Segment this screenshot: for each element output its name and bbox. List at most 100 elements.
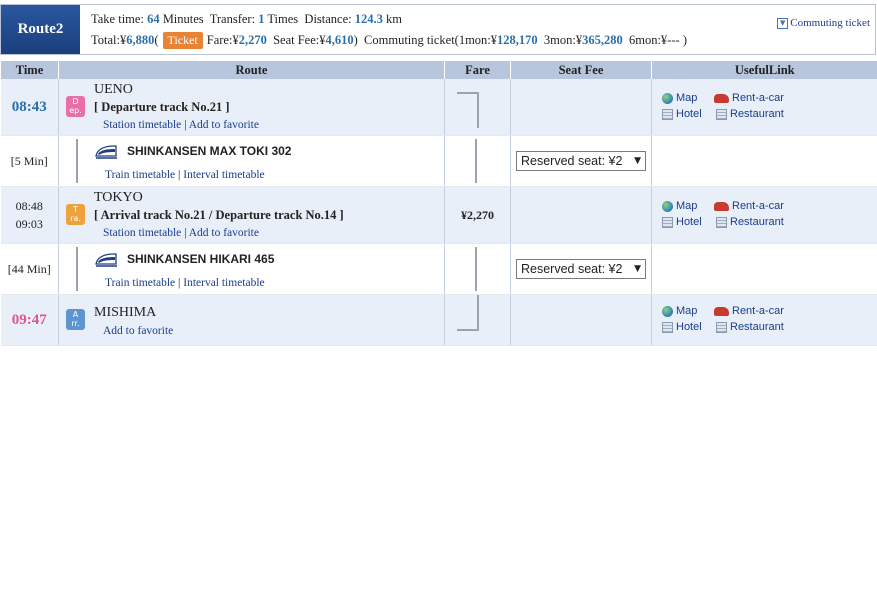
take-time-label: Take time:	[91, 12, 144, 26]
useful-links: Map Rent-a-car Hotel Restaurant	[652, 187, 877, 243]
seat-type-select[interactable]: Reserved seat: ¥2 ▼	[516, 151, 646, 171]
dropdown-arrow-icon: ▼	[634, 156, 641, 166]
segment-links: Train timetable | Interval timetable	[105, 277, 265, 289]
rent-a-car-link[interactable]: Rent-a-car	[714, 305, 784, 317]
station-track: [ Departure track No.21 ]	[94, 100, 230, 114]
station-info: Dep. UENO [ Departure track No.21 ] Stat…	[59, 79, 444, 135]
dropdown-arrow-icon: ▼	[634, 264, 641, 274]
hotel-label: Hotel	[676, 321, 702, 333]
commuting-label: Commuting ticket(1mon:¥	[364, 33, 498, 47]
useful-links: Map Rent-a-car Hotel Restaurant	[652, 295, 877, 345]
station-info: Arr. MISHIMA Add to favorite	[59, 295, 444, 345]
arrival-time: 09:47	[11, 311, 47, 328]
distance-value: 124.3	[354, 12, 383, 26]
station-timetable-link[interactable]: Station timetable	[103, 227, 181, 239]
seat-fee-value: 4,610	[325, 33, 354, 47]
station-row-mishima: 09:47 Arr. MISHIMA Add to favorite Map R…	[0, 294, 877, 346]
fare-cell	[444, 294, 511, 346]
station-links: Add to favorite	[103, 325, 173, 337]
train-timetable-link[interactable]: Train timetable	[105, 277, 175, 289]
segment-line	[76, 139, 78, 183]
train-name: SHINKANSEN MAX TOKI 302	[127, 144, 292, 158]
fare-bracket-bottom	[457, 295, 479, 331]
commuting-1mon-value: 128,170	[497, 33, 538, 47]
time-cell: 08:48 09:03	[0, 186, 59, 244]
useful-link-cell: Map Rent-a-car Hotel Restaurant	[651, 79, 877, 136]
segment-row-2: [44 Min] SHINKANSEN HIKARI 465 Train tim…	[0, 243, 877, 295]
segment-duration: [5 Min]	[10, 154, 48, 168]
take-time-unit: Minutes	[162, 12, 204, 26]
commuting-end: )	[682, 33, 687, 47]
add-to-favorite-link[interactable]: Add to favorite	[103, 325, 173, 337]
seat-type-select[interactable]: Reserved seat: ¥2 ▼	[516, 259, 646, 279]
seat-fee-label: Seat Fee:¥	[273, 33, 326, 47]
duration-cell: [44 Min]	[0, 243, 59, 295]
add-to-favorite-link[interactable]: Add to favorite	[189, 227, 259, 239]
map-link-label: Map	[676, 92, 698, 104]
seat-fee-cell	[510, 186, 652, 244]
map-link[interactable]: Map	[662, 305, 697, 317]
arrival-badge-icon: Arr.	[66, 309, 85, 330]
paren-close: )	[353, 33, 358, 47]
header-useful-link: UsefulLink	[651, 61, 877, 79]
building-icon	[716, 321, 727, 333]
commuting-ticket-link[interactable]: ▼ Commuting ticket	[777, 17, 870, 29]
hotel-link[interactable]: Hotel	[662, 321, 702, 333]
station-track: [ Arrival track No.21 / Departure track …	[94, 208, 344, 222]
useful-link-cell: Map Rent-a-car Hotel Restaurant	[651, 186, 877, 244]
restaurant-label: Restaurant	[730, 216, 784, 228]
hotel-label: Hotel	[676, 108, 702, 120]
departure-time: 08:43	[11, 98, 47, 115]
station-timetable-link[interactable]: Station timetable	[103, 119, 181, 131]
useful-link-cell	[651, 243, 877, 295]
map-link[interactable]: Map	[662, 200, 697, 212]
header-fare: Fare	[444, 61, 511, 79]
link-separator: |	[178, 277, 181, 289]
departure-time: 09:03	[15, 217, 43, 231]
globe-icon	[662, 305, 673, 317]
rent-a-car-link[interactable]: Rent-a-car	[714, 92, 784, 104]
interval-timetable-link[interactable]: Interval timetable	[183, 169, 264, 181]
summary-line-2: Total:¥6,880(Ticket Fare:¥2,270 Seat Fee:…	[91, 32, 687, 49]
route-cell: Tra. TOKYO [ Arrival track No.21 / Depar…	[58, 186, 445, 244]
map-link[interactable]: Map	[662, 92, 697, 104]
building-icon	[662, 216, 673, 228]
train-timetable-link[interactable]: Train timetable	[105, 169, 175, 181]
total-label: Total:¥	[91, 33, 127, 47]
hotel-link[interactable]: Hotel	[662, 108, 702, 120]
badge-letter: T	[73, 205, 78, 214]
rent-a-car-link[interactable]: Rent-a-car	[714, 200, 784, 212]
globe-icon	[662, 200, 673, 212]
restaurant-link[interactable]: Restaurant	[716, 108, 784, 120]
interval-timetable-link[interactable]: Interval timetable	[183, 277, 264, 289]
seat-fee-cell	[510, 79, 652, 136]
badge-letter: D	[72, 97, 79, 106]
station-name: UENO	[94, 82, 133, 97]
seat-fee-cell: Reserved seat: ¥2 ▼	[510, 135, 652, 187]
hotel-link[interactable]: Hotel	[662, 216, 702, 228]
car-icon	[714, 93, 729, 103]
commuting-ticket-link-label: Commuting ticket	[790, 17, 870, 29]
restaurant-link[interactable]: Restaurant	[716, 321, 784, 333]
building-icon	[662, 321, 673, 333]
time-cell: 08:43	[0, 79, 59, 136]
building-icon	[716, 108, 727, 120]
header-seat-fee: Seat Fee	[510, 61, 652, 79]
paren-open: (	[154, 33, 159, 47]
restaurant-label: Restaurant	[730, 321, 784, 333]
restaurant-link[interactable]: Restaurant	[716, 216, 784, 228]
route-cell: Dep. UENO [ Departure track No.21 ] Stat…	[58, 79, 445, 136]
train-icon	[95, 253, 117, 267]
transfer-value: 1	[258, 12, 265, 26]
restaurant-label: Restaurant	[730, 108, 784, 120]
route-label: Route2	[1, 5, 80, 54]
station-links: Station timetable | Add to favorite	[103, 227, 259, 239]
download-icon: ▼	[777, 17, 789, 29]
rent-a-car-label: Rent-a-car	[732, 200, 784, 212]
segment-duration: [44 Min]	[7, 262, 51, 276]
segment-links: Train timetable | Interval timetable	[105, 169, 265, 181]
add-to-favorite-link[interactable]: Add to favorite	[189, 119, 259, 131]
fare-cell	[444, 243, 511, 295]
fare-bracket-line	[475, 139, 477, 183]
station-name: TOKYO	[94, 190, 143, 205]
